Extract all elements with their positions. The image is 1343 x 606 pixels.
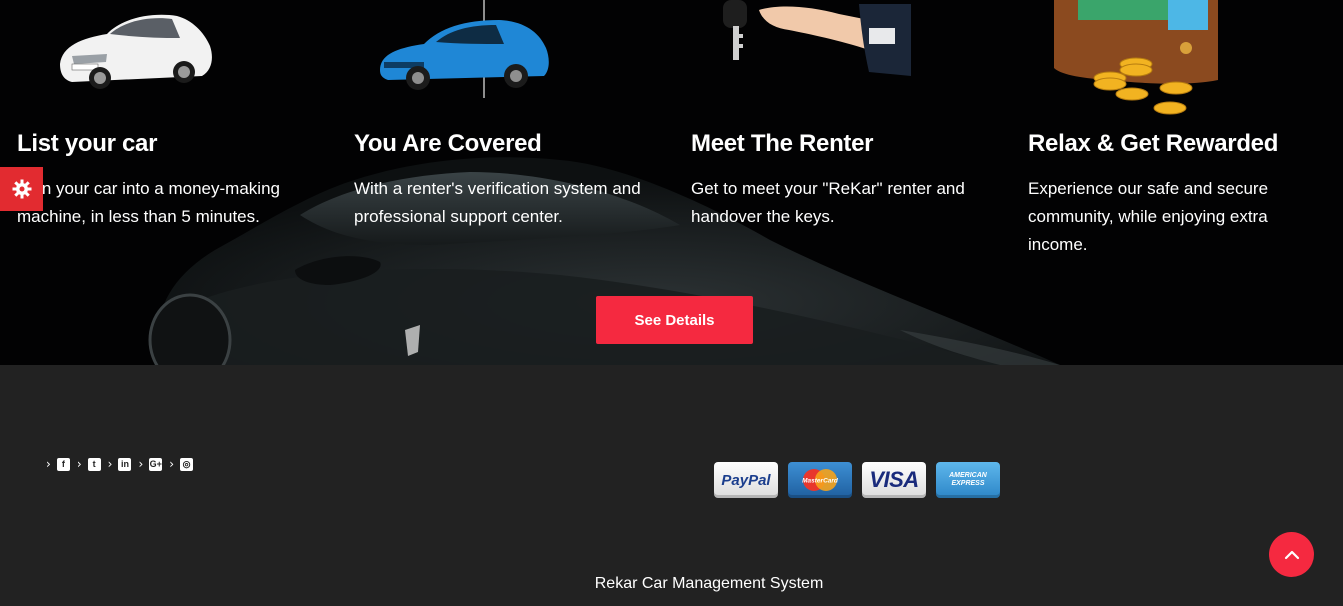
step-description: Get to meet your "ReKar" renter and hand… xyxy=(691,179,965,226)
paypal-logo: PayPal xyxy=(714,462,778,498)
chevron-right-icon: › xyxy=(107,457,113,471)
wallet-coins-image xyxy=(1054,0,1218,115)
mastercard-circles-icon: MasterCard xyxy=(802,469,839,491)
facebook-link[interactable]: › f xyxy=(46,457,70,471)
facebook-icon: f xyxy=(56,457,70,471)
step-title: Meet The Renter xyxy=(691,130,874,157)
site-footer: › f › t › in › G+ › ◎ PayPal MasterCard xyxy=(0,365,1343,606)
step-title: Relax & Get Rewarded xyxy=(1028,130,1279,157)
step-description: With a renter's verification system and … xyxy=(354,179,641,226)
see-details-button[interactable]: See Details xyxy=(596,296,753,344)
chevron-right-icon: › xyxy=(169,457,175,471)
mastercard-label: MasterCard xyxy=(802,478,839,485)
chevron-right-icon: › xyxy=(138,457,144,471)
car-key-hand-image xyxy=(723,0,911,76)
step-title: You Are Covered xyxy=(354,130,542,157)
blue-car-image xyxy=(380,0,549,98)
linkedin-icon: in xyxy=(118,457,132,471)
amex-label-line2: EXPRESS xyxy=(951,480,985,487)
google-plus-icon: G+ xyxy=(149,457,163,471)
chevron-right-icon: › xyxy=(76,457,82,471)
mastercard-logo: MasterCard xyxy=(788,462,852,498)
chevron-up-icon xyxy=(1284,550,1299,559)
amex-label-line1: AMERICAN xyxy=(949,472,987,479)
step-title: List your car xyxy=(17,130,158,157)
visa-logo: VISA xyxy=(862,462,926,498)
chevron-right-icon: › xyxy=(46,457,51,471)
twitter-icon: t xyxy=(87,457,101,471)
amex-logo: AMERICAN EXPRESS xyxy=(936,462,1000,498)
how-it-works-section: List your car Turn your car into a money… xyxy=(0,0,1343,365)
instagram-link[interactable]: › ◎ xyxy=(169,457,194,471)
social-links: › f › t › in › G+ › ◎ xyxy=(46,457,200,471)
scroll-to-top-button[interactable] xyxy=(1269,532,1314,577)
instagram-icon: ◎ xyxy=(180,457,194,471)
twitter-link[interactable]: › t xyxy=(77,457,101,471)
white-sedan-image xyxy=(60,14,212,89)
google-plus-link[interactable]: › G+ xyxy=(138,457,163,471)
footer-copyright: Rekar Car Management System xyxy=(594,575,824,592)
gear-icon xyxy=(12,179,31,199)
step-description: Turn your car into a money-making machin… xyxy=(17,179,280,226)
settings-toggle-button[interactable] xyxy=(0,167,43,211)
payment-methods: PayPal MasterCard VISA AMERICAN EXPRESS xyxy=(714,462,1010,498)
step-description: Experience our safe and secure community… xyxy=(1028,179,1269,254)
linkedin-link[interactable]: › in xyxy=(108,457,132,471)
